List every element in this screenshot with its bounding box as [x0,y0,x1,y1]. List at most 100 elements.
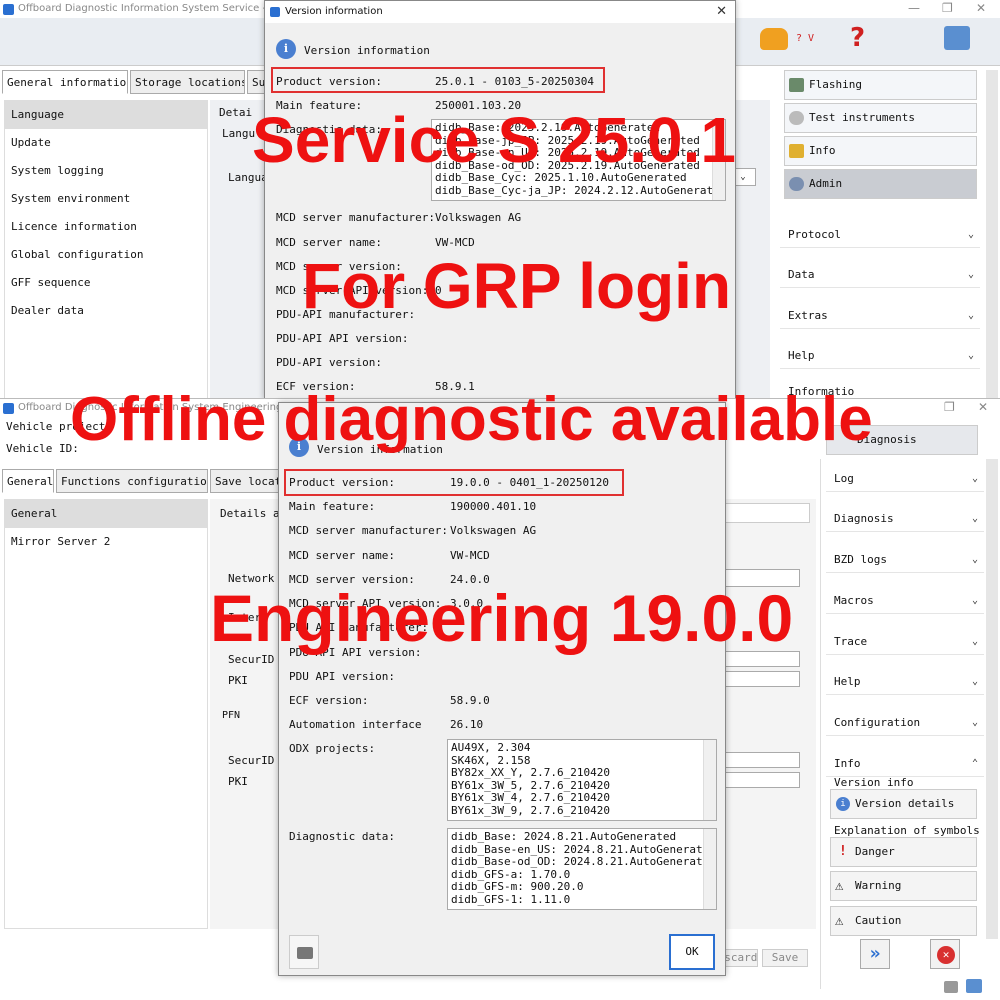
mcd-name-label: MCD server name: [289,549,395,562]
button-label: Save [771,951,799,964]
section-info[interactable]: Info ⌃ [826,751,984,777]
mcd-manufacturer-label: MCD server manufacturer: [289,524,448,537]
section-log[interactable]: Log ⌄ [826,466,984,492]
screenshot-button[interactable] [289,935,319,969]
flashing-icon [789,78,804,92]
nav-item[interactable]: System environment [5,185,207,213]
list-item: didb_Base: 2024.8.21.AutoGenerated [451,830,677,843]
button-label: Version details [855,797,955,810]
version-details-button[interactable]: i Version details [830,789,977,819]
exit-button[interactable]: ✕ [930,939,960,969]
tab-general-information[interactable]: General information [2,70,128,94]
danger-button[interactable]: ! Danger [830,837,977,867]
nav-item[interactable]: Mirror Server 2 [5,528,207,556]
overlay-service-version: Service S 25.0.1 [252,104,736,176]
window-title: Offboard Diagnostic Information System S… [18,3,292,14]
right-panel-scrollbar[interactable] [986,70,998,400]
app-icon [3,4,14,15]
automation-interface-value: 26.10 [450,718,484,731]
product-version-label: Product version: [289,476,395,489]
mcd-manufacturer-value: Volkswagen AG [435,211,522,224]
list-scrollbar[interactable] [703,740,716,820]
flashing-button[interactable]: Flashing [784,70,977,100]
section-configuration[interactable]: Configuration ⌄ [826,710,984,736]
diagnostic-data-list[interactable]: didb_Base: 2024.8.21.AutoGenerated didb_… [447,828,717,910]
test-instruments-button[interactable]: Test instruments [784,103,977,133]
window-controls: ❐ ✕ [930,399,1000,417]
camera-icon [297,947,313,959]
overlay-grp-login: For GRP login [302,250,732,322]
chevron-down-icon: ⌄ [971,513,978,524]
admin-gear-icon [789,177,804,191]
product-version-value: 25.0.1 - 0103_5-20250304 [435,75,594,88]
button-label: Admin [809,177,843,190]
chevron-down-icon: ⌄ [971,636,978,647]
section-protocol[interactable]: Protocol ⌄ [780,222,980,248]
nav-item[interactable]: Licence information [5,213,207,241]
section-macros[interactable]: Macros ⌄ [826,588,984,614]
warning-button[interactable]: ⚠ Warning [830,871,977,901]
section-data[interactable]: Data ⌄ [780,262,980,288]
forward-icon[interactable]: » [860,939,890,969]
help-question-icon[interactable]: ? [850,24,876,52]
symbols-label: Explanation of symbols [834,824,980,837]
maximize-icon[interactable]: ❐ [942,1,953,15]
caution-button[interactable]: ⚠ Caution [830,906,977,936]
tab-save-locations[interactable]: Save locat [210,469,280,493]
section-label: Data [788,268,815,281]
chevron-down-icon: ⌄ [967,350,974,361]
network-icon[interactable] [944,26,970,50]
section-trace[interactable]: Trace ⌄ [826,629,984,655]
tab-label: Storage locations [135,76,245,89]
chevron-up-icon: ⌃ [971,758,978,769]
section-label: Configuration [834,716,921,729]
app-icon [3,403,14,414]
nav-item[interactable]: System logging [5,157,207,185]
section-help[interactable]: Help ⌄ [826,669,984,695]
tab-functions-configuration[interactable]: Functions configuration [56,469,208,493]
nav-item[interactable]: Update [5,129,207,157]
status-network-icon[interactable] [966,979,982,993]
button-label: Test instruments [809,111,915,124]
status-camera-icon[interactable] [944,981,958,993]
pdu-api-version-label: PDU-API API version: [276,332,409,345]
nav-item[interactable]: Language [5,101,207,129]
mcd-manufacturer-label: MCD server manufacturer: [276,211,435,224]
settings-nav: Language Update System logging System en… [4,100,208,400]
nav-item[interactable]: General [5,500,207,528]
nav-item[interactable]: Global configuration [5,241,207,269]
window-controls: — ❐ ✕ [890,0,1000,18]
chevron-down-icon: ⌄ [971,473,978,484]
pfn-pki-label: PKI [228,775,248,788]
info-button[interactable]: Info [784,136,977,166]
section-help[interactable]: Help ⌄ [780,343,980,369]
right-panel-scrollbar[interactable] [986,459,998,939]
section-diagnosis[interactable]: Diagnosis ⌄ [826,506,984,532]
nav-item[interactable]: GFF sequence [5,269,207,297]
ok-button[interactable]: OK [669,934,715,970]
warning-icon: ⚠ [835,878,844,894]
close-icon[interactable]: ✕ [716,1,727,23]
help-car-icon[interactable] [760,28,788,50]
tab-storage-locations[interactable]: Storage locations [130,70,245,94]
list-scrollbar[interactable] [703,829,716,909]
ecf-version-label: ECF version: [289,694,369,707]
section-bzd-logs[interactable]: BZD logs ⌄ [826,547,984,573]
minimize-icon[interactable]: — [908,1,920,15]
maximize-icon[interactable]: ❐ [944,400,955,414]
settings-nav: General Mirror Server 2 [4,499,208,929]
detail-label: Detai [219,106,253,119]
tab-general[interactable]: General [2,469,54,493]
button-label: Warning [855,879,902,892]
odx-projects-list[interactable]: AU49X, 2.304 SK46X, 2.158 BY82x_XX_Y, 2.… [447,739,717,821]
admin-button[interactable]: Admin [784,169,977,199]
close-icon[interactable]: ✕ [976,1,986,15]
dialog-heading: Version information [304,44,430,57]
close-icon[interactable]: ✕ [978,400,988,414]
pki-label: PKI [228,674,248,687]
nav-item[interactable]: Dealer data [5,297,207,325]
save-button[interactable]: Save [762,949,808,967]
info-icon: i [836,797,850,811]
section-extras[interactable]: Extras ⌄ [780,303,980,329]
chevron-down-icon: ⌄ [967,269,974,280]
